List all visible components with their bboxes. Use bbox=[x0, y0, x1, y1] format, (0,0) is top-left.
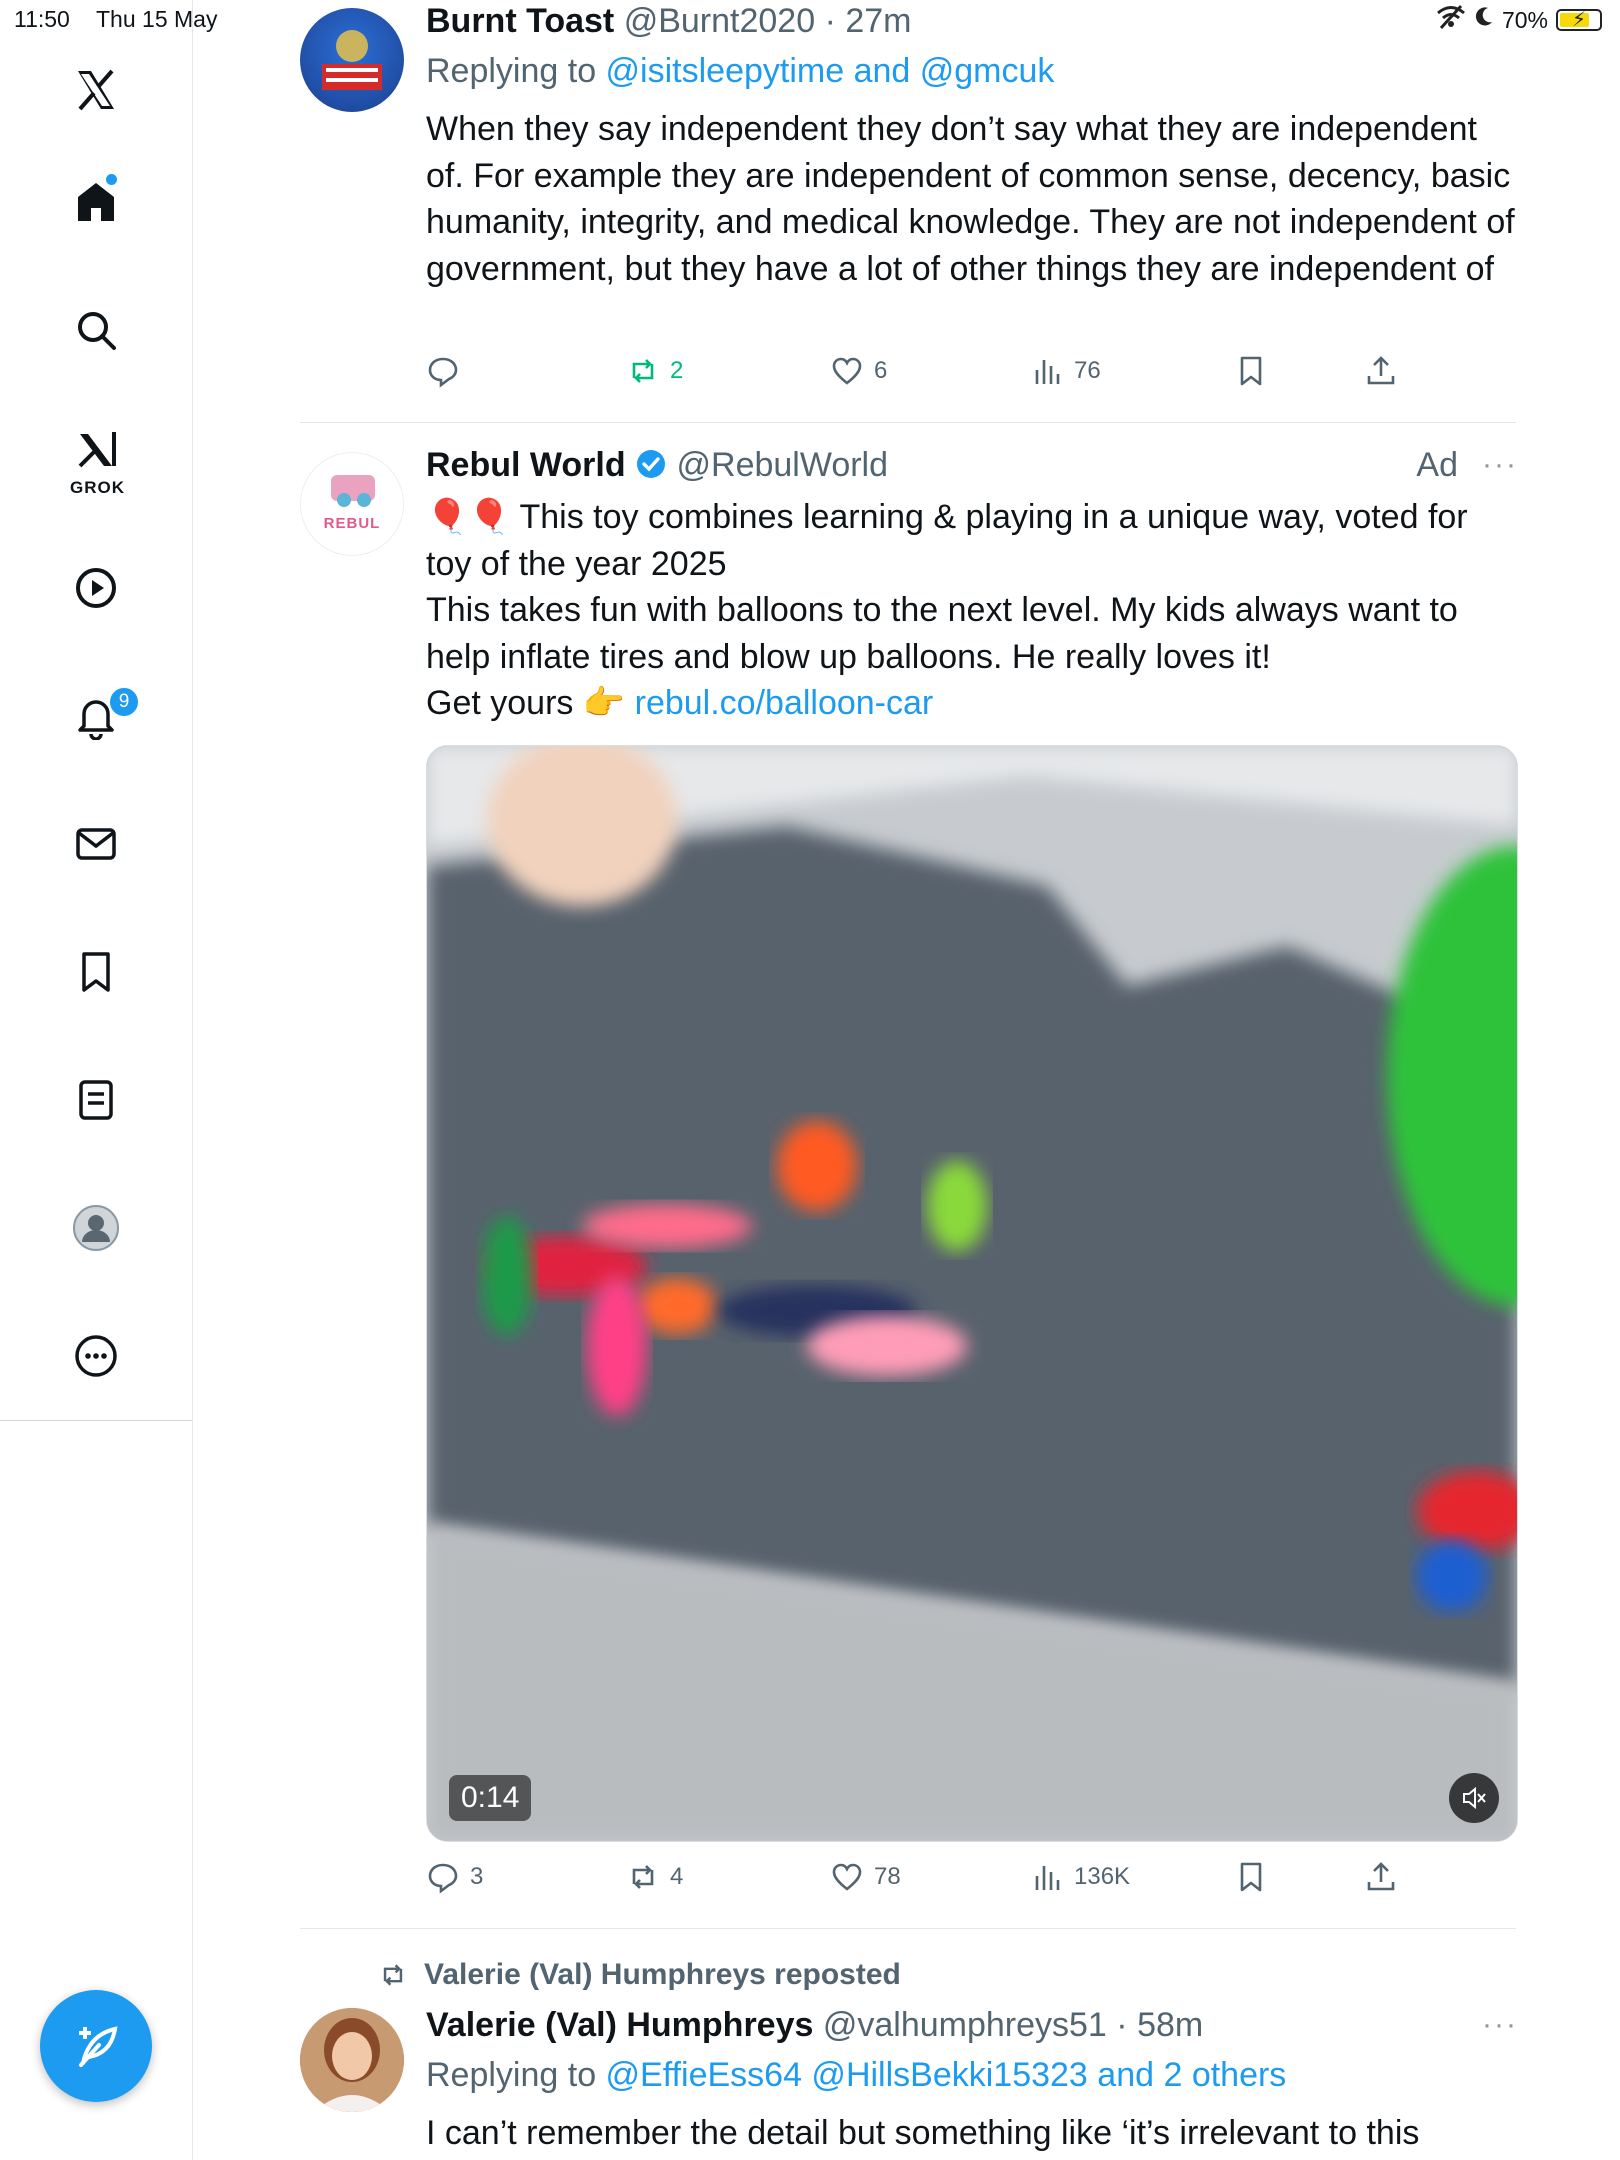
sidebar: GROK 9 bbox=[0, 0, 193, 2160]
heart-icon bbox=[832, 1863, 862, 1891]
bookmark-button[interactable] bbox=[1234, 1860, 1268, 1894]
status-indicators: 70% ⚡ bbox=[1436, 4, 1602, 36]
tweet-time[interactable]: 58m bbox=[1137, 2006, 1203, 2044]
video-frame bbox=[427, 746, 1517, 1841]
tweet-body-line: Get yours 👉 rebul.co/balloon-car bbox=[426, 684, 934, 722]
replying-to-link[interactable]: @isitsleepytime and @gmcuk bbox=[606, 52, 1055, 90]
replying-to-link[interactable]: @EffieEss64 @HillsBekki15323 and 2 other… bbox=[606, 2056, 1287, 2094]
ad-link[interactable]: rebul.co/balloon-car bbox=[635, 684, 934, 722]
tweet-header: Rebul World @RebulWorld bbox=[426, 446, 888, 489]
battery-icon: ⚡ bbox=[1556, 9, 1602, 31]
notification-badge: 9 bbox=[108, 686, 140, 718]
tweet-separator bbox=[300, 1928, 1516, 1929]
bookmarks-icon[interactable] bbox=[66, 942, 126, 1002]
avatar[interactable] bbox=[300, 8, 404, 112]
replying-to-line: Replying to @isitsleepytime and @gmcuk bbox=[426, 52, 1055, 90]
verified-badge-icon bbox=[635, 448, 667, 489]
tweet-separator bbox=[300, 422, 1516, 423]
replying-to-line: Replying to @EffieEss64 @HillsBekki15323… bbox=[426, 2056, 1287, 2094]
tweet-time[interactable]: 27m bbox=[845, 2, 911, 40]
avatar[interactable]: REBUL bbox=[300, 452, 404, 556]
video-play-icon[interactable] bbox=[66, 558, 126, 618]
bookmark-icon bbox=[1240, 1862, 1262, 1892]
compose-post-button[interactable] bbox=[40, 1990, 152, 2102]
home-notification-dot bbox=[106, 174, 117, 185]
reply-button[interactable] bbox=[426, 354, 470, 388]
author-name[interactable]: Rebul World bbox=[426, 446, 626, 484]
repost-icon bbox=[632, 1865, 654, 1889]
author-handle[interactable]: @Burnt2020 bbox=[624, 2, 815, 40]
avatar-brand-text: REBUL bbox=[323, 515, 381, 532]
share-icon bbox=[1367, 356, 1395, 385]
tweet-header: Valerie (Val) Humphreys @valhumphreys51 … bbox=[426, 2006, 1204, 2044]
heart-icon bbox=[832, 357, 862, 385]
bookmark-icon bbox=[1240, 356, 1262, 386]
wifi-off-icon bbox=[1436, 4, 1466, 36]
author-name[interactable]: Valerie (Val) Humphreys bbox=[426, 2006, 813, 2044]
tweet-actions: 3 4 78 136K bbox=[426, 1860, 1516, 1900]
battery-percent: 70% bbox=[1501, 6, 1548, 33]
moon-icon bbox=[1474, 6, 1494, 34]
views-chart-icon bbox=[1035, 1866, 1060, 1890]
repost-icon bbox=[383, 1964, 403, 1986]
reply-button[interactable]: 3 bbox=[426, 1860, 483, 1894]
tweet-actions: 2 6 76 bbox=[426, 354, 1516, 394]
like-button[interactable]: 78 bbox=[830, 1860, 901, 1894]
repost-icon bbox=[632, 359, 654, 383]
views-chart-icon bbox=[1035, 360, 1060, 384]
video-player[interactable]: 0:14 bbox=[426, 745, 1518, 1842]
reply-icon bbox=[428, 1863, 458, 1894]
tweet-body: When they say independent they don’t say… bbox=[426, 110, 1515, 288]
repost-button[interactable]: 4 bbox=[626, 1860, 683, 1894]
repost-indicator: Valerie (Val) Humphreys reposted bbox=[376, 1958, 901, 1992]
sidebar-divider bbox=[0, 1420, 192, 1421]
messages-envelope-icon[interactable] bbox=[66, 814, 126, 874]
lists-icon[interactable] bbox=[66, 1070, 126, 1130]
search-icon[interactable] bbox=[66, 300, 126, 360]
ad-label: Ad bbox=[1416, 446, 1458, 484]
tweet-body-line: This takes fun with balloons to the next… bbox=[426, 591, 1458, 676]
bookmark-button[interactable] bbox=[1234, 354, 1268, 388]
mute-button[interactable] bbox=[1449, 1773, 1499, 1823]
x-logo-icon[interactable] bbox=[66, 60, 126, 120]
avatar[interactable] bbox=[300, 2008, 404, 2112]
repost-button[interactable]: 2 bbox=[626, 354, 683, 388]
tweet-body: 🎈🎈 This toy combines learning & playing … bbox=[426, 494, 1516, 727]
compose-feather-icon bbox=[79, 2026, 118, 2067]
speaker-muted-icon bbox=[1463, 1786, 1486, 1810]
more-options-button[interactable]: ··· bbox=[1482, 2008, 1518, 2042]
profile-avatar-icon[interactable] bbox=[66, 1198, 126, 1258]
tweet-header: Burnt Toast @Burnt2020 · 27m bbox=[426, 2, 912, 40]
share-button[interactable] bbox=[1364, 1860, 1398, 1894]
like-button[interactable]: 6 bbox=[830, 354, 887, 388]
views-button[interactable]: 136K bbox=[1030, 1860, 1130, 1894]
tweet-body: I can’t remember the detail but somethin… bbox=[426, 2114, 1420, 2152]
grok-icon[interactable] bbox=[66, 420, 126, 480]
share-icon bbox=[1367, 1862, 1395, 1891]
author-name[interactable]: Burnt Toast bbox=[426, 2, 614, 40]
views-button[interactable]: 76 bbox=[1030, 354, 1101, 388]
author-handle[interactable]: @RebulWorld bbox=[677, 446, 889, 484]
video-duration: 0:14 bbox=[449, 1775, 532, 1821]
grok-label: GROK bbox=[70, 478, 125, 497]
tweet-body-line: 🎈🎈 This toy combines learning & playing … bbox=[426, 498, 1468, 583]
share-button[interactable] bbox=[1364, 354, 1398, 388]
more-options-icon[interactable] bbox=[66, 1326, 126, 1386]
reply-icon bbox=[428, 357, 458, 388]
more-options-button[interactable]: ··· bbox=[1482, 448, 1518, 482]
home-icon[interactable] bbox=[66, 172, 126, 232]
author-handle[interactable]: @valhumphreys51 bbox=[823, 2006, 1107, 2044]
